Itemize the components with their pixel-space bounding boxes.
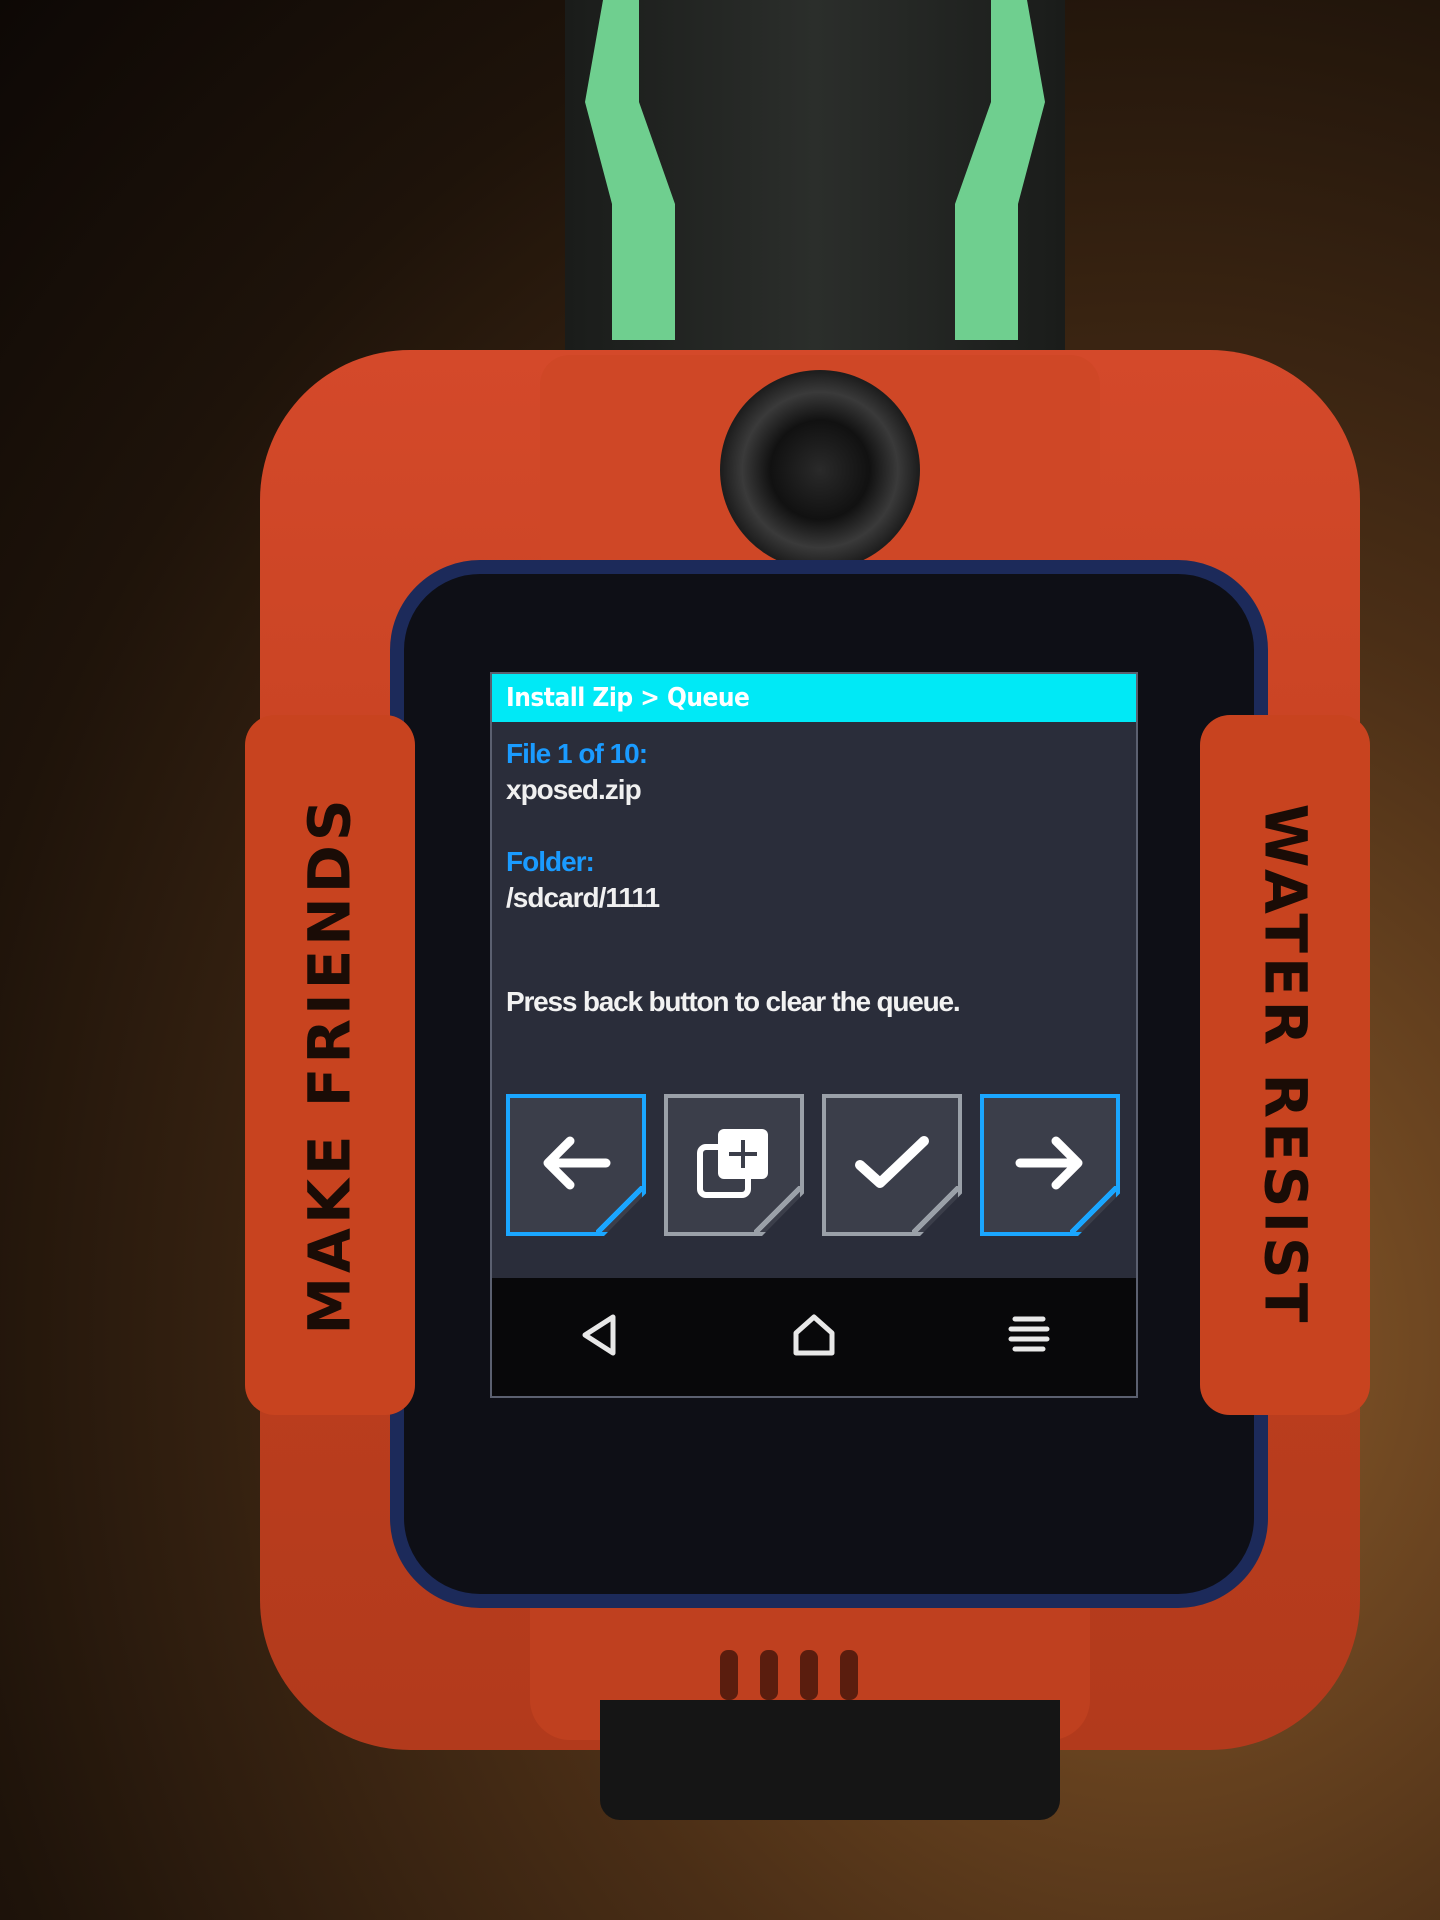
page-title: Install Zip > Queue (492, 674, 1136, 722)
queue-message: Press back button to clear the queue. (506, 986, 961, 1017)
queue-info: File 1 of 10: xposed.zip Folder: /sdcard… (492, 722, 1136, 1018)
side-band-right-text: WATER RESIST (1251, 803, 1320, 1327)
speaker-grille (840, 1650, 858, 1700)
back-icon (577, 1311, 621, 1364)
nav-back-button[interactable] (559, 1297, 639, 1377)
folder-label: Folder: (506, 846, 595, 877)
menu-icon (1007, 1311, 1051, 1364)
speaker-grille (760, 1650, 778, 1700)
previous-button[interactable] (506, 1094, 646, 1236)
confirm-install-button[interactable] (822, 1094, 962, 1236)
home-icon (790, 1311, 838, 1364)
action-button-row (506, 1094, 1120, 1240)
nav-menu-button[interactable] (989, 1297, 1069, 1377)
side-band-left: MAKE FRIENDS (245, 715, 415, 1415)
folder-path: /sdcard/1111 (506, 882, 660, 913)
add-more-zips-button[interactable] (664, 1094, 804, 1236)
camera-lens (720, 370, 920, 570)
watch-screen: Install Zip > Queue File 1 of 10: xposed… (490, 672, 1138, 1398)
watch-strap-bottom (600, 1700, 1060, 1820)
file-name: xposed.zip (506, 774, 642, 805)
side-band-right: WATER RESIST (1200, 715, 1370, 1415)
navigation-bar (492, 1278, 1136, 1396)
speaker-grille (800, 1650, 818, 1700)
speaker-grille (720, 1650, 738, 1700)
side-band-left-text: MAKE FRIENDS (296, 795, 364, 1335)
file-count-label: File 1 of 10: (506, 738, 648, 769)
nav-home-button[interactable] (774, 1297, 854, 1377)
next-button[interactable] (980, 1094, 1120, 1236)
